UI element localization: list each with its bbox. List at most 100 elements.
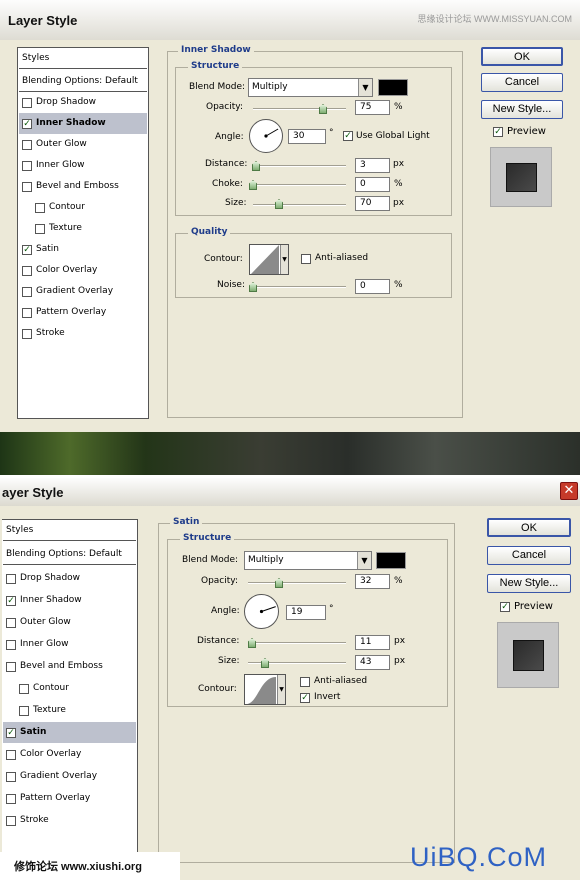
noise-field[interactable]: 0	[355, 279, 390, 294]
style-item-checkbox[interactable]	[6, 772, 16, 782]
style-item[interactable]: Inner Glow	[3, 634, 136, 655]
style-item-checkbox[interactable]	[6, 574, 16, 584]
style-item[interactable]: Texture	[3, 700, 136, 721]
style-item[interactable]: ✓ Inner Shadow	[3, 590, 136, 611]
contour-picker[interactable]: ▼	[249, 244, 289, 275]
structure-title: Structure	[188, 61, 243, 71]
contour-picker[interactable]: ▼	[244, 674, 286, 705]
style-item-checkbox[interactable]	[6, 750, 16, 760]
angle-dial[interactable]	[249, 119, 283, 153]
blending-options-item[interactable]: Blending Options: Default	[3, 544, 136, 565]
style-item[interactable]: Color Overlay	[3, 744, 136, 765]
anti-aliased-checkbox[interactable]	[300, 677, 310, 687]
style-item[interactable]: Gradient Overlay	[3, 766, 136, 787]
preview-checkbox[interactable]: ✓	[493, 127, 503, 137]
style-item-checkbox[interactable]	[6, 662, 16, 672]
style-item-checkbox[interactable]	[22, 182, 32, 192]
title-bar[interactable]: ayer Style ✕	[0, 478, 580, 506]
size-field[interactable]: 43	[355, 655, 390, 670]
style-item-checkbox[interactable]	[22, 308, 32, 318]
blending-options-item[interactable]: Blending Options: Default	[19, 71, 147, 92]
use-global-light-checkbox[interactable]: ✓	[343, 131, 353, 141]
style-item-checkbox[interactable]	[22, 161, 32, 171]
distance-field[interactable]: 3	[355, 158, 390, 173]
blend-mode-select[interactable]: Multiply ▼	[248, 78, 373, 97]
opacity-field[interactable]: 75	[355, 100, 390, 115]
style-item[interactable]: Texture	[19, 218, 147, 239]
style-item[interactable]: Color Overlay	[19, 260, 147, 281]
style-item[interactable]: Drop Shadow	[19, 92, 147, 113]
distance-slider-track[interactable]	[253, 165, 346, 167]
style-item-checkbox[interactable]	[6, 794, 16, 804]
cancel-button[interactable]: Cancel	[487, 546, 571, 565]
style-item-checkbox[interactable]	[35, 203, 45, 213]
choke-slider-track[interactable]	[253, 184, 346, 186]
blend-color-swatch[interactable]	[378, 79, 408, 96]
style-item[interactable]: Gradient Overlay	[19, 281, 147, 302]
angle-field[interactable]: 19	[286, 605, 326, 620]
angle-dial[interactable]	[244, 594, 279, 629]
style-item-checkbox[interactable]	[22, 140, 32, 150]
distance-field[interactable]: 11	[355, 635, 390, 650]
opacity-field[interactable]: 32	[355, 574, 390, 589]
style-item-checkbox[interactable]	[6, 816, 16, 826]
style-item[interactable]: Inner Glow	[19, 155, 147, 176]
style-item[interactable]: Drop Shadow	[3, 568, 136, 589]
style-item[interactable]: ✓ Satin	[19, 239, 147, 260]
invert-checkbox[interactable]: ✓	[300, 693, 310, 703]
style-item[interactable]: Stroke	[3, 810, 136, 831]
preview-checkbox[interactable]: ✓	[500, 602, 510, 612]
style-item-checkbox[interactable]	[35, 224, 45, 234]
style-item-checkbox[interactable]	[22, 287, 32, 297]
close-icon[interactable]: ✕	[560, 482, 578, 500]
style-item-checkbox[interactable]	[22, 266, 32, 276]
ok-button[interactable]: OK	[487, 518, 571, 537]
style-item[interactable]: Outer Glow	[19, 134, 147, 155]
distance-slider-track[interactable]	[248, 642, 346, 644]
style-item[interactable]: ✓ Inner Shadow	[19, 113, 147, 134]
ok-button[interactable]: OK	[481, 47, 563, 66]
blend-color-swatch[interactable]	[376, 552, 406, 569]
blend-mode-select[interactable]: Multiply ▼	[244, 551, 372, 570]
title-bar[interactable]: Layer Style 思缘设计论坛 WWW.MISSYUAN.COM	[0, 0, 580, 40]
new-style-button[interactable]: New Style...	[481, 100, 563, 119]
style-item-label: Satin	[20, 727, 47, 737]
style-item[interactable]: Contour	[3, 678, 136, 699]
choke-field[interactable]: 0	[355, 177, 390, 192]
styles-header[interactable]: Styles	[19, 48, 147, 69]
preview-thumbnail	[497, 622, 559, 688]
style-item-label: Gradient Overlay	[36, 286, 114, 296]
style-item-checkbox[interactable]: ✓	[6, 728, 16, 738]
style-item[interactable]: Bevel and Emboss	[3, 656, 136, 677]
contour-label: Contour:	[204, 254, 243, 264]
style-item[interactable]: Outer Glow	[3, 612, 136, 633]
style-item-checkbox[interactable]	[19, 684, 29, 694]
style-item-checkbox[interactable]	[6, 618, 16, 628]
cancel-button[interactable]: Cancel	[481, 73, 563, 92]
styles-header[interactable]: Styles	[3, 520, 136, 541]
choke-unit: %	[394, 179, 403, 189]
style-item[interactable]: Pattern Overlay	[3, 788, 136, 809]
style-item[interactable]: Stroke	[19, 323, 147, 344]
style-item-checkbox[interactable]: ✓	[6, 596, 16, 606]
style-item-checkbox[interactable]: ✓	[22, 245, 32, 255]
anti-aliased-checkbox[interactable]	[301, 254, 311, 264]
style-item-checkbox[interactable]	[22, 98, 32, 108]
style-item[interactable]: ✓ Satin	[3, 722, 136, 743]
style-item-checkbox[interactable]	[22, 329, 32, 339]
size-slider-track[interactable]	[253, 204, 346, 206]
opacity-label: Opacity:	[201, 576, 238, 586]
style-item-checkbox[interactable]	[19, 706, 29, 716]
angle-field[interactable]: 30	[288, 129, 326, 144]
size-field[interactable]: 70	[355, 196, 390, 211]
style-item-checkbox[interactable]: ✓	[22, 119, 32, 129]
noise-slider-track[interactable]	[253, 286, 346, 288]
style-item[interactable]: Pattern Overlay	[19, 302, 147, 323]
style-item[interactable]: Contour	[19, 197, 147, 218]
style-item-checkbox[interactable]	[6, 640, 16, 650]
style-item[interactable]: Bevel and Emboss	[19, 176, 147, 197]
opacity-slider-track[interactable]	[248, 582, 346, 584]
new-style-button[interactable]: New Style...	[487, 574, 571, 593]
opacity-slider-track[interactable]	[253, 108, 346, 110]
watermark-uibq: UiBQ.CoM	[410, 842, 548, 872]
